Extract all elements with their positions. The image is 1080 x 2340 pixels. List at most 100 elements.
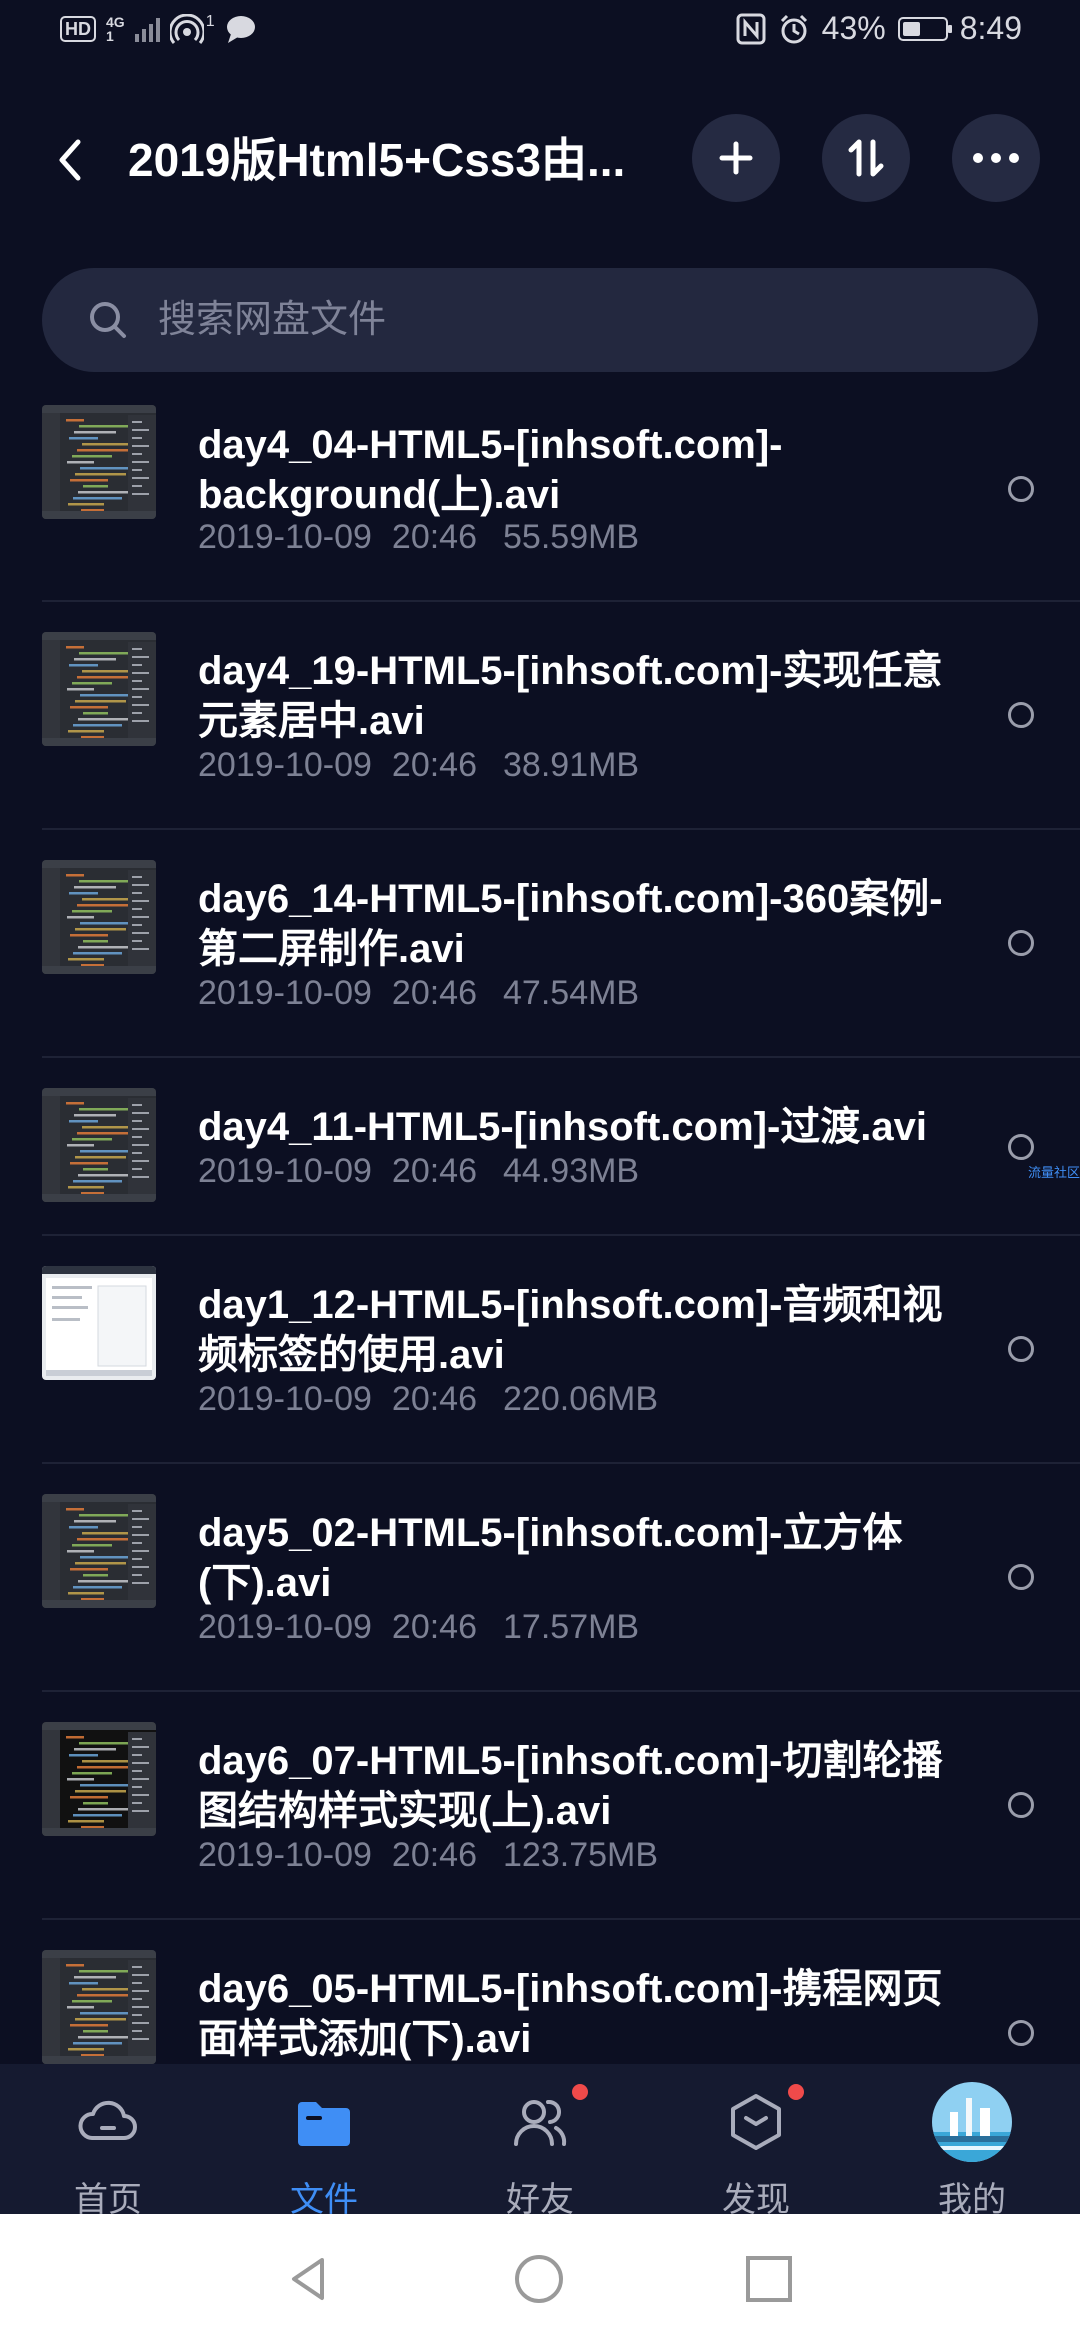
file-size: 17.57MB bbox=[503, 1608, 640, 1646]
file-row[interactable]: day5_02-HTML5-[inhsoft.com]-立方体(下).avi 20… bbox=[0, 1464, 1080, 1692]
search-input[interactable] bbox=[156, 297, 940, 343]
file-row[interactable]: day1_12-HTML5-[inhsoft.com]-音频和视频标签的使用.a… bbox=[0, 1236, 1080, 1464]
message-icon bbox=[226, 16, 255, 43]
file-meta: 2019-10-09 20:46 220.06MB bbox=[198, 1380, 658, 1419]
video-thumbnail bbox=[42, 860, 156, 974]
file-size: 44.93MB bbox=[503, 1152, 640, 1190]
friends-icon bbox=[514, 2099, 567, 2146]
tab-friends[interactable]: 好友 bbox=[432, 2064, 648, 2219]
file-time: 20:46 bbox=[391, 1836, 478, 1874]
file-time: 20:46 bbox=[391, 1608, 478, 1646]
file-date: 2019-10-09 bbox=[198, 746, 372, 784]
select-radio[interactable] bbox=[1008, 1336, 1034, 1362]
video-thumbnail bbox=[42, 1266, 156, 1380]
back-button[interactable] bbox=[42, 130, 102, 190]
sort-button[interactable] bbox=[822, 114, 910, 202]
file-time: 20:46 bbox=[391, 1380, 478, 1418]
file-size: 220.06MB bbox=[503, 1380, 659, 1418]
select-radio[interactable] bbox=[1008, 930, 1034, 956]
video-thumbnail bbox=[42, 1088, 156, 1202]
file-name: day4_19-HTML5-[inhsoft.com]-实现任意元素居中.avi bbox=[198, 649, 943, 743]
float-community-tag[interactable]: 流量社区 bbox=[1028, 1162, 1080, 1181]
file-size: 47.54MB bbox=[503, 974, 640, 1012]
file-row[interactable]: day6_07-HTML5-[inhsoft.com]-切割轮播图结构样式实现(… bbox=[0, 1692, 1080, 1920]
status-bar: HD 4G 1 1 43% 8:49 bbox=[0, 0, 1080, 72]
folder-icon bbox=[298, 2102, 350, 2146]
file-name: day5_02-HTML5-[inhsoft.com]-立方体(下).avi bbox=[198, 1511, 903, 1605]
file-size: 55.59MB bbox=[503, 518, 640, 556]
file-row[interactable]: day4_04-HTML5-[inhsoft.com]-background(上… bbox=[0, 400, 1080, 602]
system-recents-icon[interactable] bbox=[744, 2254, 794, 2304]
discover-notification-dot bbox=[788, 2084, 804, 2100]
tab-files[interactable]: 文件 bbox=[216, 2064, 432, 2219]
select-radio[interactable] bbox=[1008, 1564, 1034, 1590]
file-size: 38.91MB bbox=[503, 746, 640, 784]
tab-home[interactable]: 首页 bbox=[0, 2064, 216, 2219]
file-meta: 2019-10-09 20:46 55.59MB bbox=[198, 518, 639, 557]
file-meta: 2019-10-09 20:46 47.54MB bbox=[198, 974, 639, 1013]
back-arrow-icon bbox=[59, 139, 81, 181]
system-navigation-bar bbox=[0, 2214, 1080, 2340]
plus-icon bbox=[719, 141, 753, 175]
file-name: day4_11-HTML5-[inhsoft.com]-过渡.avi bbox=[198, 1105, 928, 1149]
file-name: day6_05-HTML5-[inhsoft.com]-携程网页面样式添加(下)… bbox=[198, 1967, 943, 2061]
bottom-nav: 首页 文件 好友 发现 我的 bbox=[0, 2064, 1080, 2219]
add-button[interactable] bbox=[692, 114, 780, 202]
select-radio[interactable] bbox=[1008, 702, 1034, 728]
tab-profile[interactable]: 我的 bbox=[864, 2064, 1080, 2219]
file-meta: 2019-10-09 20:46 17.57MB bbox=[198, 1608, 639, 1647]
video-thumbnail bbox=[42, 632, 156, 746]
file-time: 20:46 bbox=[391, 1152, 478, 1190]
alarm-icon bbox=[780, 14, 807, 43]
file-name: day6_07-HTML5-[inhsoft.com]-切割轮播图结构样式实现(… bbox=[198, 1739, 943, 1833]
signal-icon bbox=[134, 16, 160, 42]
video-thumbnail bbox=[42, 1494, 156, 1608]
search-icon bbox=[90, 302, 126, 338]
file-time: 20:46 bbox=[391, 746, 478, 784]
hotspot-count: 1 bbox=[205, 13, 215, 30]
status-left: HD 4G 1 1 bbox=[60, 13, 257, 44]
file-date: 2019-10-09 bbox=[198, 1380, 372, 1418]
file-size: 123.75MB bbox=[503, 1836, 659, 1874]
hotspot-icon bbox=[169, 14, 204, 44]
file-row[interactable]: day4_19-HTML5-[inhsoft.com]-实现任意元素居中.avi… bbox=[0, 602, 1080, 830]
more-button[interactable] bbox=[952, 114, 1040, 202]
select-radio[interactable] bbox=[1008, 1134, 1034, 1160]
video-thumbnail bbox=[42, 405, 156, 519]
file-meta: 2019-10-09 20:46 123.75MB bbox=[198, 1836, 658, 1875]
video-thumbnail bbox=[42, 1722, 156, 1836]
tab-discover[interactable]: 发现 bbox=[648, 2064, 864, 2219]
page-title: 2019版Html5+Css3由... bbox=[128, 134, 626, 186]
search-bar[interactable] bbox=[42, 268, 1038, 372]
file-date: 2019-10-09 bbox=[198, 1836, 372, 1874]
network-indicator: 4G 1 bbox=[106, 15, 125, 43]
file-date: 2019-10-09 bbox=[198, 974, 372, 1012]
file-date: 2019-10-09 bbox=[198, 1152, 372, 1190]
file-date: 2019-10-09 bbox=[198, 518, 372, 556]
app-header: 2019版Html5+Css3由... bbox=[0, 110, 1080, 210]
file-meta: 2019-10-09 20:46 38.91MB bbox=[198, 746, 639, 785]
battery-percent: 43% bbox=[821, 10, 886, 46]
cloud-icon bbox=[78, 2100, 137, 2140]
select-radio[interactable] bbox=[1008, 1792, 1034, 1818]
file-name: day6_14-HTML5-[inhsoft.com]-360案例-第二屏制作.… bbox=[198, 877, 943, 971]
system-home-icon[interactable] bbox=[514, 2254, 564, 2304]
file-time: 20:46 bbox=[391, 974, 478, 1012]
file-time: 20:46 bbox=[391, 518, 478, 556]
video-thumbnail bbox=[42, 1950, 156, 2064]
discover-icon bbox=[731, 2094, 781, 2150]
status-right: 43% 8:49 bbox=[736, 10, 1022, 47]
file-name: day1_12-HTML5-[inhsoft.com]-音频和视频标签的使用.a… bbox=[198, 1283, 943, 1377]
select-radio[interactable] bbox=[1008, 2020, 1034, 2046]
select-radio[interactable] bbox=[1008, 476, 1034, 502]
network-sub: 1 bbox=[106, 28, 114, 44]
more-dots-icon bbox=[973, 153, 1019, 163]
battery-icon bbox=[897, 16, 952, 41]
system-back-icon[interactable] bbox=[284, 2254, 334, 2304]
file-row[interactable]: day6_14-HTML5-[inhsoft.com]-360案例-第二屏制作.… bbox=[0, 830, 1080, 1058]
hd-badge: HD bbox=[60, 16, 96, 42]
file-meta: 2019-10-09 20:46 44.93MB bbox=[198, 1152, 639, 1191]
file-date: 2019-10-09 bbox=[198, 1608, 372, 1646]
file-row[interactable]: day4_11-HTML5-[inhsoft.com]-过渡.avi 2019-1… bbox=[0, 1058, 1080, 1236]
file-name: day4_04-HTML5-[inhsoft.com]-background(上… bbox=[198, 423, 783, 517]
